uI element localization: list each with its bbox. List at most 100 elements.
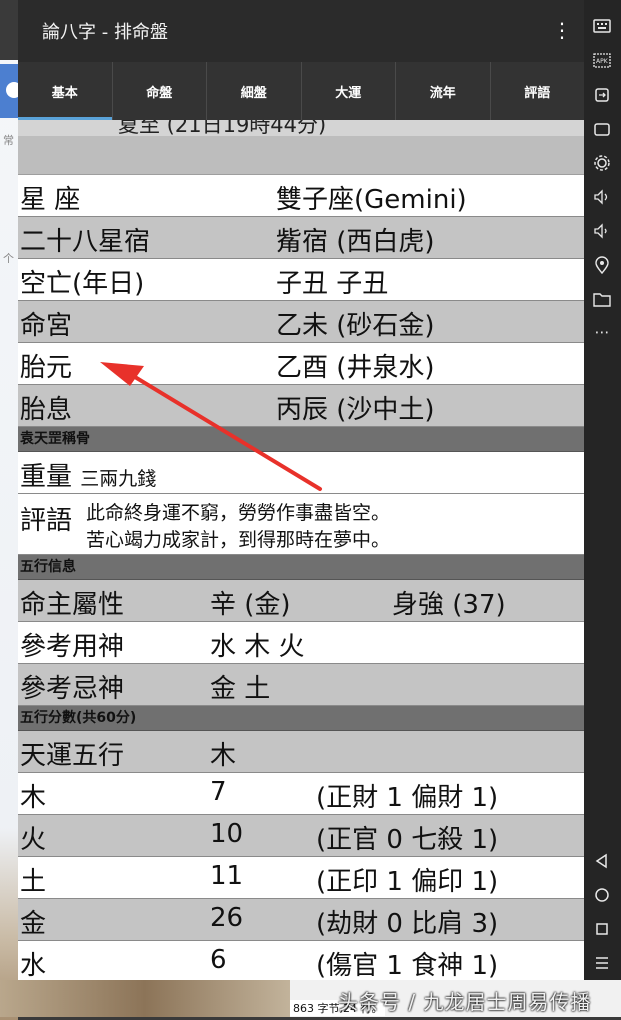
wuxing-row-useful-god: 參考用神 水 木 火 <box>18 622 584 664</box>
row-label: 空亡(年日) <box>20 269 145 299</box>
content-scroll[interactable]: 夏至 (21日19時44分) 星 座 雙子座(Gemini) 二十八星宿 觜宿 … <box>18 120 584 980</box>
spacer-row <box>18 136 584 175</box>
row-label: 命主屬性 <box>20 590 125 620</box>
app-title: 論八字 - 排命盤 <box>42 22 168 43</box>
partial-row: 夏至 (21日19時44分) <box>18 120 584 136</box>
row-label: 金 <box>20 909 47 939</box>
svg-text:APK: APK <box>596 58 609 65</box>
row-value: 辛 (金) <box>210 590 291 620</box>
desktop-bottom-bar: 863 字节,24 行。 头条号 / 九龙居士周易传播 <box>0 980 621 1017</box>
desktop-label: 个 <box>3 252 14 265</box>
apk-install-icon[interactable]: APK <box>592 50 612 70</box>
comment-line: 此命終身運不窮，勞勞作事盡皆空。 <box>86 502 391 524</box>
tab-annual-luck[interactable]: 流年 <box>395 62 490 120</box>
watermark: 头条号 / 九龙居士周易传播 <box>338 990 592 1014</box>
bone-weight-value: 三兩九錢 <box>80 468 157 490</box>
row-value: 金 土 <box>210 674 271 704</box>
info-row-fetal-origin: 胎元 乙酉 (井泉水) <box>18 343 584 385</box>
desktop-wallpaper <box>0 980 290 1017</box>
strength-value: 身強 (37) <box>392 590 506 620</box>
more-vert-icon[interactable]: ⋮ <box>552 18 572 42</box>
info-row-fetal-breath: 胎息 丙辰 (沙中土) <box>18 385 584 427</box>
score-row-earth: 土 11 (正印 1 偏印 1) <box>18 857 584 899</box>
folder-icon[interactable] <box>592 289 612 309</box>
tab-bar: 基本 命盤 細盤 大運 流年 評語 <box>18 62 584 120</box>
screen-rotate-icon[interactable] <box>592 85 612 105</box>
row-label: 重量 <box>20 462 73 492</box>
score-detail: (傷官 1 食神 1) <box>316 951 499 980</box>
row-value: 觜宿 (西白虎) <box>276 227 435 257</box>
keyboard-icon[interactable] <box>592 16 612 36</box>
recent-apps-icon[interactable] <box>592 919 612 939</box>
score-row-water: 水 6 (傷官 1 食神 1) <box>18 941 584 980</box>
score-row-metal: 金 26 (劫財 0 比肩 3) <box>18 899 584 941</box>
wuxing-row-taboo-god: 參考忌神 金 土 <box>18 664 584 706</box>
tab-major-luck[interactable]: 大運 <box>300 62 396 120</box>
row-label: 星 座 <box>20 185 81 215</box>
home-icon[interactable] <box>592 885 612 905</box>
info-row-lunar-mansion: 二十八星宿 觜宿 (西白虎) <box>18 217 584 259</box>
score-row-wood: 木 7 (正財 1 偏財 1) <box>18 773 584 815</box>
solar-term-text: 夏至 (21日19時44分) <box>118 120 327 136</box>
row-value: 水 木 火 <box>210 632 305 662</box>
section-header-five-elements: 五行信息 <box>18 555 584 580</box>
row-label: 木 <box>20 783 47 813</box>
score-value: 10 <box>210 819 244 849</box>
row-label: 天運五行 <box>20 741 125 771</box>
desktop-label: 常 <box>3 134 14 147</box>
row-value: 木 <box>210 741 237 771</box>
bone-weight-cell: 重量 三兩九錢 <box>20 456 156 493</box>
row-label: 水 <box>20 951 47 980</box>
score-value: 6 <box>210 945 227 975</box>
app-bar: 論八字 - 排命盤 ⋮ <box>18 0 584 63</box>
location-icon[interactable] <box>592 255 612 275</box>
wuxing-row-master: 命主屬性 辛 (金) 身強 (37) <box>18 580 584 622</box>
row-label: 胎息 <box>20 395 73 425</box>
back-icon[interactable] <box>592 851 612 871</box>
row-value: 乙未 (砂石金) <box>276 311 435 341</box>
tab-comments[interactable]: 評語 <box>489 62 585 120</box>
volume-up-icon[interactable] <box>592 187 612 207</box>
bone-comment-row: 評語 此命終身運不窮，勞勞作事盡皆空。 苦心竭力成家計，到得那時在夢中。 <box>18 494 584 555</box>
row-label: 參考用神 <box>20 632 125 662</box>
tab-detail-chart[interactable]: 細盤 <box>206 62 301 120</box>
info-row-life-palace: 命宮 乙未 (砂石金) <box>18 301 584 343</box>
emulator-toolbar: APK ⋯ <box>584 0 621 980</box>
browser-tab-icon <box>0 64 22 118</box>
info-row-void: 空亡(年日) 子丑 子丑 <box>18 259 584 301</box>
section-header-element-scores: 五行分數(共60分) <box>18 706 584 731</box>
more-horiz-icon[interactable]: ⋯ <box>592 322 612 342</box>
row-value: 乙酉 (井泉水) <box>276 353 435 383</box>
comment-line: 苦心竭力成家計，到得那時在夢中。 <box>86 529 391 551</box>
tab-chart[interactable]: 命盤 <box>111 62 207 120</box>
row-label: 火 <box>20 825 47 855</box>
row-label: 二十八星宿 <box>20 227 151 257</box>
row-label: 參考忌神 <box>20 674 125 704</box>
info-row-constellation: 星 座 雙子座(Gemini) <box>18 175 584 217</box>
row-value: 丙辰 (沙中土) <box>276 395 435 425</box>
desktop-left-edge: 常 个 <box>0 60 22 1020</box>
row-label: 胎元 <box>20 353 73 383</box>
score-detail: (劫財 0 比肩 3) <box>316 909 499 939</box>
window-icon[interactable] <box>592 119 612 139</box>
row-value: 子丑 子丑 <box>276 269 389 299</box>
score-value: 26 <box>210 903 244 933</box>
menu-icon[interactable] <box>592 953 612 973</box>
row-label: 土 <box>20 867 47 897</box>
tab-basic[interactable]: 基本 <box>18 62 112 120</box>
row-value: 雙子座(Gemini) <box>276 185 467 215</box>
app-window: 論八字 - 排命盤 ⋮ 基本 命盤 細盤 大運 流年 評語 夏至 (21日19時… <box>18 0 584 980</box>
score-row-heaven-luck: 天運五行 木 <box>18 731 584 773</box>
score-value: 11 <box>210 861 244 891</box>
bone-weight-row: 重量 三兩九錢 <box>18 452 584 494</box>
score-detail: (正官 0 七殺 1) <box>316 825 499 855</box>
row-label: 命宮 <box>20 311 73 341</box>
score-detail: (正財 1 偏財 1) <box>316 783 499 813</box>
settings-icon[interactable] <box>592 153 612 173</box>
score-row-fire: 火 10 (正官 0 七殺 1) <box>18 815 584 857</box>
volume-down-icon[interactable] <box>592 221 612 241</box>
score-detail: (正印 1 偏印 1) <box>316 867 499 897</box>
section-header-bone-weight: 袁天罡稱骨 <box>18 427 584 452</box>
row-label: 評語 <box>20 506 73 536</box>
score-value: 7 <box>210 777 227 807</box>
